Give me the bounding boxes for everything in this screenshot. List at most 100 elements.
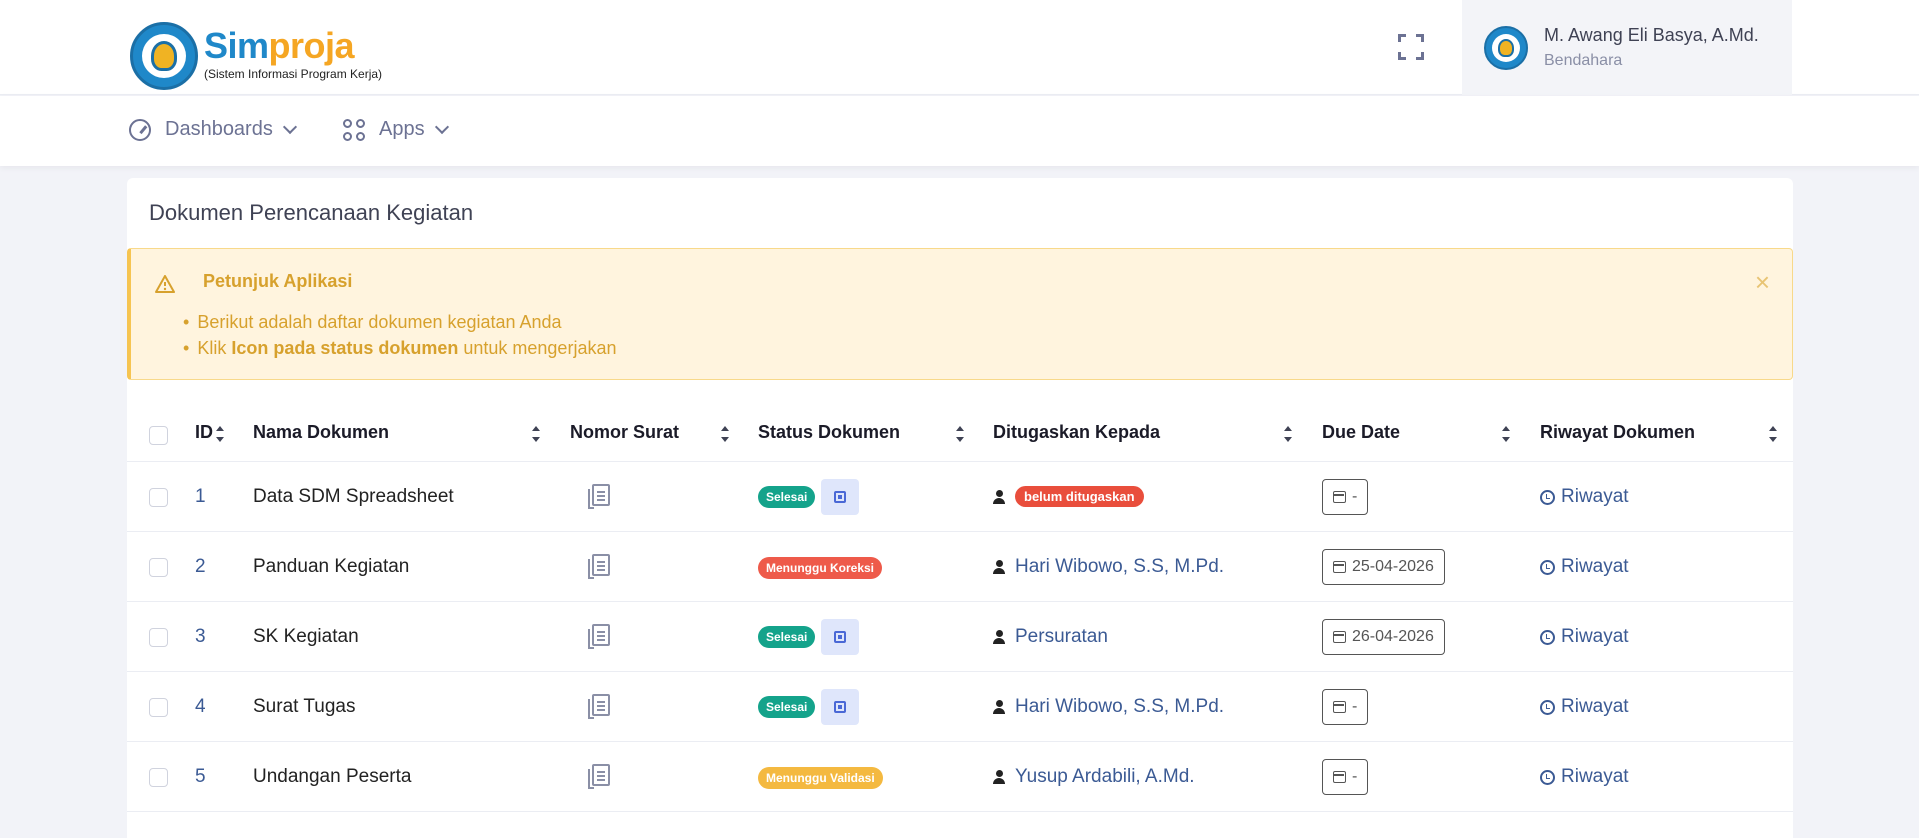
document-icon[interactable]: [588, 694, 610, 719]
fullscreen-icon[interactable]: [1398, 34, 1424, 60]
warning-icon: [155, 275, 175, 293]
sort-icon[interactable]: [531, 426, 541, 442]
table-row: 3 SK Kegiatan Selesai Persuratan 26-04-2…: [127, 602, 1793, 672]
status-cell: Menunggu Validasi: [758, 767, 883, 789]
sort-icon[interactable]: [1768, 426, 1778, 442]
sort-icon[interactable]: [215, 426, 225, 442]
calendar-icon: [1333, 701, 1346, 713]
alert-line-1: Berikut adalah daftar dokumen kegiatan A…: [183, 309, 616, 335]
status-cell: Menunggu Koreksi: [758, 557, 883, 579]
due-date-value: -: [1352, 488, 1358, 505]
sort-icon[interactable]: [955, 426, 965, 442]
history-link[interactable]: Riwayat: [1540, 766, 1629, 788]
assignee-name[interactable]: Persuratan: [1015, 626, 1108, 648]
sort-icon[interactable]: [1501, 426, 1511, 442]
nav-dashboards[interactable]: Dashboards: [129, 118, 297, 141]
user-menu[interactable]: M. Awang Eli Basya, A.Md. Bendahara: [1462, 0, 1792, 95]
assignee-cell: belum ditugaskan: [993, 486, 1144, 507]
history-icon: [1540, 559, 1555, 575]
history-icon: [1540, 769, 1555, 785]
user-lock-icon: [993, 700, 1009, 714]
col-id[interactable]: ID: [195, 422, 213, 443]
history-icon: [1540, 489, 1555, 505]
col-status-dokumen[interactable]: Status Dokumen: [758, 422, 900, 443]
history-label: Riwayat: [1561, 696, 1629, 717]
status-cell: Selesai: [758, 689, 860, 725]
documents-card: Dokumen Perencanaan Kegiatan Petunjuk Ap…: [127, 178, 1793, 838]
top-header: Simproja (Sistem Informasi Program Kerja…: [0, 0, 1919, 95]
due-date-button[interactable]: -: [1322, 759, 1369, 795]
assignee-name[interactable]: Hari Wibowo, S.S, M.Pd.: [1015, 696, 1224, 718]
document-icon[interactable]: [588, 764, 610, 789]
due-date-value: -: [1352, 698, 1358, 715]
apps-grid-icon: [343, 118, 365, 141]
due-date-value: -: [1352, 768, 1358, 785]
table-row: 4 Surat Tugas Selesai Hari Wibowo, S.S, …: [127, 672, 1793, 742]
select-all-checkbox[interactable]: [149, 426, 168, 445]
user-lock-icon: [993, 770, 1009, 784]
row-id: 3: [195, 626, 206, 647]
row-checkbox[interactable]: [149, 628, 168, 647]
nav-apps[interactable]: Apps: [343, 118, 449, 141]
sort-icon[interactable]: [1283, 426, 1293, 442]
document-action-icon: [834, 701, 847, 713]
row-checkbox[interactable]: [149, 558, 168, 577]
history-label: Riwayat: [1561, 626, 1629, 647]
col-riwayat-dokumen[interactable]: Riwayat Dokumen: [1540, 422, 1695, 443]
history-link[interactable]: Riwayat: [1540, 556, 1629, 578]
documents-table: ID Nama Dokumen Nomor Surat Status Dokum…: [127, 406, 1793, 812]
document-action-icon: [834, 631, 847, 643]
history-label: Riwayat: [1561, 486, 1629, 507]
open-document-button[interactable]: [821, 689, 860, 725]
col-nomor-surat[interactable]: Nomor Surat: [570, 422, 679, 443]
row-name: SK Kegiatan: [253, 626, 359, 647]
table-header: ID Nama Dokumen Nomor Surat Status Dokum…: [127, 406, 1793, 462]
sort-icon[interactable]: [720, 426, 730, 442]
due-date-button[interactable]: -: [1322, 479, 1369, 515]
assignee-cell: Hari Wibowo, S.S, M.Pd.: [993, 696, 1224, 718]
open-document-button[interactable]: [821, 619, 860, 655]
assignee-name[interactable]: Hari Wibowo, S.S, M.Pd.: [1015, 556, 1224, 578]
due-date-button[interactable]: 25-04-2026: [1322, 549, 1445, 585]
col-nama-dokumen[interactable]: Nama Dokumen: [253, 422, 389, 443]
history-link[interactable]: Riwayat: [1540, 486, 1629, 508]
assignee-cell: Hari Wibowo, S.S, M.Pd.: [993, 556, 1224, 578]
row-id: 1: [195, 486, 206, 507]
row-checkbox[interactable]: [149, 488, 168, 507]
user-name: M. Awang Eli Basya, A.Md.: [1544, 25, 1759, 45]
document-icon[interactable]: [588, 554, 610, 579]
row-name: Data SDM Spreadsheet: [253, 486, 454, 507]
open-document-button[interactable]: [821, 479, 860, 515]
instructions-alert: Petunjuk Aplikasi × Berikut adalah dafta…: [127, 248, 1793, 380]
row-id: 2: [195, 556, 206, 577]
due-date-value: 26-04-2026: [1352, 628, 1434, 645]
app-logo[interactable]: Simproja (Sistem Informasi Program Kerja…: [130, 22, 382, 90]
assign-badge[interactable]: belum ditugaskan: [1015, 486, 1144, 507]
history-icon: [1540, 699, 1555, 715]
history-link[interactable]: Riwayat: [1540, 626, 1629, 648]
calendar-icon: [1333, 771, 1346, 783]
row-checkbox[interactable]: [149, 698, 168, 717]
document-icon[interactable]: [588, 484, 610, 509]
main-navbar: Dashboards Apps: [0, 96, 1919, 166]
due-date-button[interactable]: -: [1322, 689, 1369, 725]
col-ditugaskan-kepada[interactable]: Ditugaskan Kepada: [993, 422, 1160, 443]
history-icon: [1540, 629, 1555, 645]
tut-wuri-emblem-icon: [130, 22, 198, 90]
due-date-button[interactable]: 26-04-2026: [1322, 619, 1445, 655]
user-lock-icon: [993, 489, 1009, 504]
avatar: [1484, 25, 1528, 70]
alert-title: Petunjuk Aplikasi: [203, 271, 353, 291]
row-checkbox[interactable]: [149, 768, 168, 787]
document-action-icon: [834, 491, 847, 503]
calendar-icon: [1333, 561, 1346, 573]
chevron-down-icon: [282, 119, 297, 134]
alert-line-2: Klik Icon pada status dokumen untuk meng…: [183, 335, 616, 361]
assignee-cell: Persuratan: [993, 626, 1108, 648]
close-icon[interactable]: ×: [1755, 267, 1770, 298]
history-link[interactable]: Riwayat: [1540, 696, 1629, 718]
brand-name: Simproja: [204, 25, 355, 66]
assignee-name[interactable]: Yusup Ardabili, A.Md.: [1015, 766, 1195, 788]
document-icon[interactable]: [588, 624, 610, 649]
col-due-date[interactable]: Due Date: [1322, 422, 1400, 443]
